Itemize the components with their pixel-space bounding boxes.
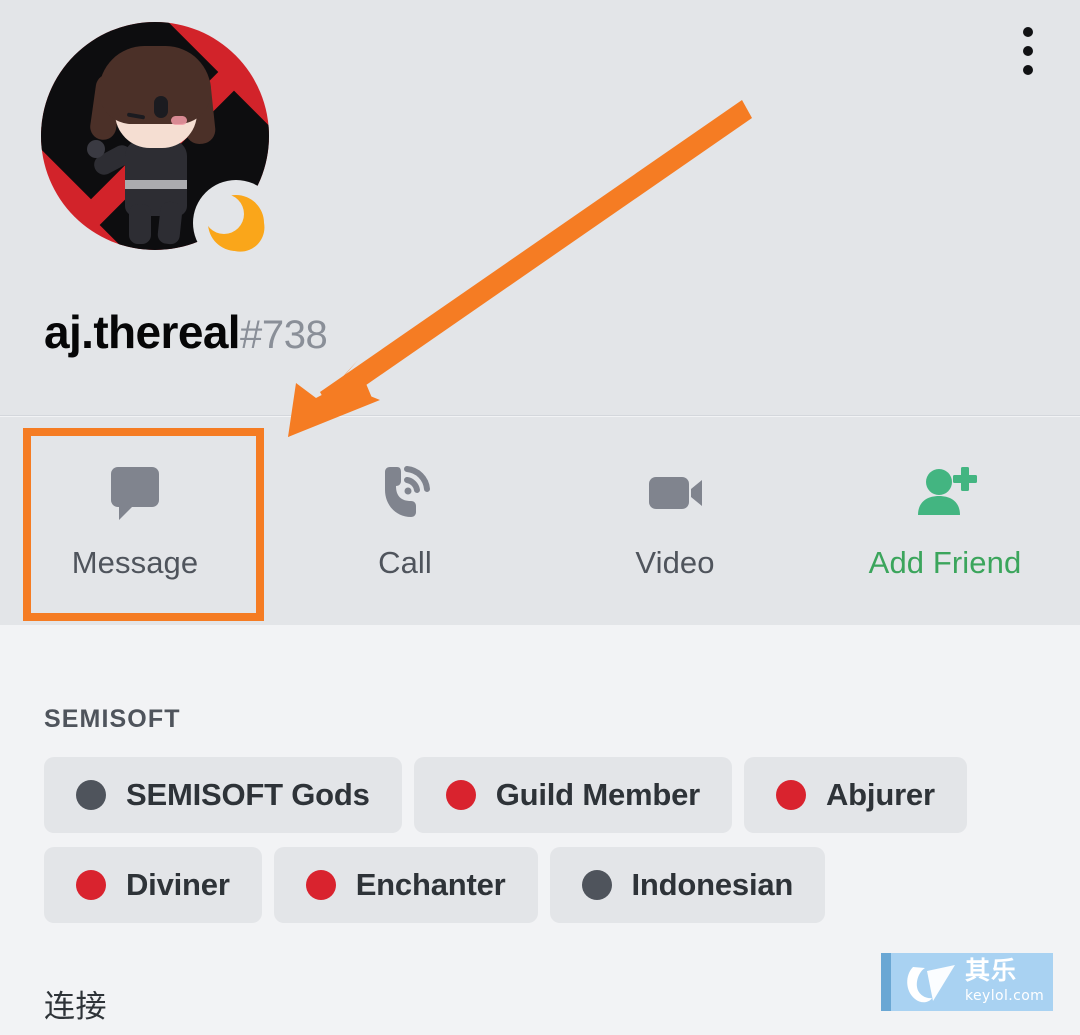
role-color-dot — [776, 780, 806, 810]
role-pill[interactable]: Guild Member — [413, 757, 732, 833]
role-color-dot — [305, 870, 336, 900]
connections-section-title: 连接 — [44, 989, 107, 1025]
role-color-dot — [76, 780, 106, 810]
call-button-label: Call — [378, 545, 432, 580]
more-vertical-icon-dot-1 — [1023, 27, 1033, 37]
add-friend-button[interactable]: Add Friend — [810, 417, 1080, 625]
roles-section-title: SEMISOFT — [44, 705, 181, 733]
avatar-eye — [154, 96, 168, 118]
role-pill[interactable]: SEMISOFT Gods — [44, 757, 402, 833]
message-button[interactable]: Message — [0, 417, 270, 625]
call-button[interactable]: Call — [270, 417, 540, 625]
discord-user-profile-screen: aj.thereal #738 Message Call Video Add F… — [0, 0, 1080, 1035]
role-color-dot — [76, 870, 106, 900]
avatar-hand — [87, 140, 105, 158]
role-label: Guild Member — [495, 777, 700, 812]
role-label: Diviner — [126, 867, 230, 902]
role-pill[interactable]: Indonesian — [549, 847, 826, 923]
phone-call-icon — [375, 461, 435, 523]
video-camera-icon — [644, 461, 706, 523]
avatar-belt — [125, 180, 187, 189]
more-vertical-icon-dot-3 — [1023, 65, 1033, 75]
crescent-moon-icon — [205, 194, 265, 252]
video-button[interactable]: Video — [540, 417, 810, 625]
watermark-url-text: keylol.com — [965, 988, 1045, 1004]
watermark-cn-text: 其乐 — [965, 956, 1018, 985]
username-row: aj.thereal #738 — [44, 305, 328, 359]
more-options-button[interactable] — [1000, 16, 1056, 86]
role-label: Abjurer — [826, 777, 935, 812]
add-friend-button-label: Add Friend — [868, 545, 1022, 580]
video-button-label: Video — [635, 545, 715, 580]
more-vertical-icon-dot-2 — [1023, 46, 1033, 56]
avatar-leg-left — [129, 204, 151, 244]
profile-action-bar: Message Call Video Add Friend — [0, 417, 1080, 625]
profile-header: aj.thereal #738 — [0, 0, 1080, 416]
role-pill[interactable]: Enchanter — [273, 847, 538, 923]
message-button-label: Message — [71, 545, 199, 580]
keylol-watermark: 其乐 keylol.com — [881, 953, 1053, 1011]
keylol-logo-icon — [907, 965, 955, 1003]
role-label: Indonesian — [631, 867, 794, 902]
role-pill[interactable]: Abjurer — [744, 757, 967, 833]
role-label: SEMISOFT Gods — [126, 777, 370, 812]
role-color-dot — [581, 870, 612, 900]
username: aj.thereal — [44, 306, 241, 358]
role-label: Enchanter — [355, 867, 506, 902]
roles-list: SEMISOFT Gods Guild Member Abjurer Divin… — [44, 757, 1044, 923]
watermark-accent-bar — [881, 953, 891, 1011]
avatar-blush — [171, 116, 187, 125]
person-add-icon — [912, 461, 978, 523]
role-pill[interactable]: Diviner — [44, 847, 262, 923]
user-discriminator: #738 — [240, 313, 328, 357]
avatar-wrapper[interactable] — [41, 22, 279, 266]
role-color-dot — [445, 780, 476, 810]
chat-bubble-icon — [105, 461, 165, 523]
status-badge-idle — [193, 180, 279, 266]
